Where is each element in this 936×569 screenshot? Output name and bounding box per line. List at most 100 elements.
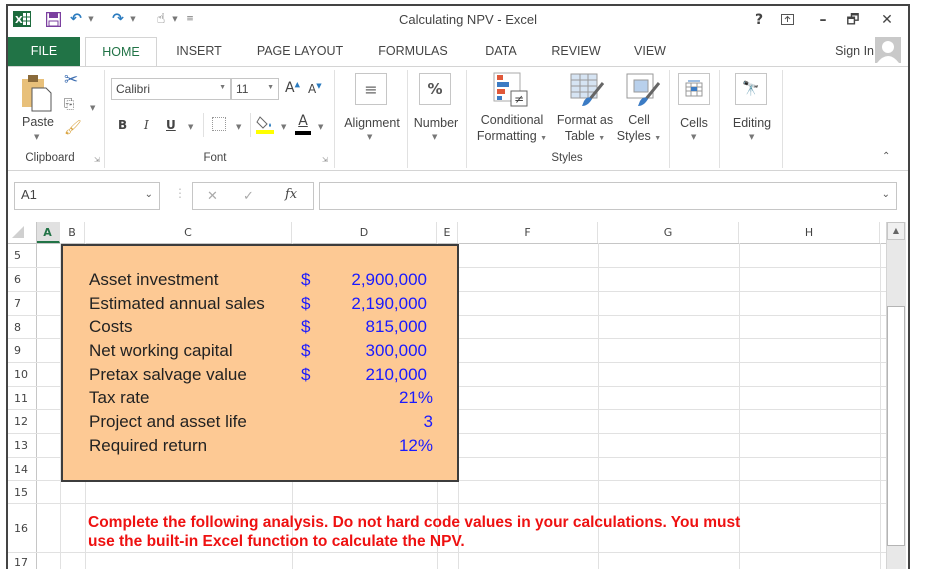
input-value[interactable]: 2,900,000 bbox=[351, 270, 427, 290]
tab-view[interactable]: VIEW bbox=[628, 37, 672, 66]
italic-button[interactable]: I bbox=[144, 118, 149, 132]
select-all-button[interactable] bbox=[12, 226, 24, 238]
shrink-font-button[interactable]: A▼ bbox=[308, 82, 322, 96]
input-value[interactable]: 3 bbox=[424, 412, 433, 432]
editing-dropdown-icon[interactable]: ▼ bbox=[749, 133, 754, 141]
cancel-entry-icon[interactable]: ✕ bbox=[207, 188, 218, 204]
conditional-formatting-button[interactable]: Conditional Formatting ▼ bbox=[474, 112, 550, 147]
name-box[interactable]: A1 ⌄ bbox=[14, 182, 160, 210]
clipboard-launcher-icon[interactable]: ⇲ bbox=[94, 156, 100, 164]
underline-dropdown-icon[interactable]: ▼ bbox=[188, 123, 193, 131]
tab-formulas[interactable]: FORMULAS bbox=[370, 37, 456, 66]
ribbon-display-options-button[interactable] bbox=[776, 10, 798, 30]
paste-button[interactable]: Paste bbox=[18, 115, 58, 129]
input-value[interactable]: 815,000 bbox=[366, 317, 427, 337]
minimize-button[interactable]: – bbox=[812, 10, 834, 30]
font-color-button[interactable]: A bbox=[294, 113, 312, 135]
input-value[interactable]: 21% bbox=[399, 388, 433, 408]
row-header-9[interactable]: 9 bbox=[8, 339, 36, 363]
gridline bbox=[36, 503, 886, 504]
grow-font-button[interactable]: A▲ bbox=[285, 80, 300, 96]
scroll-up-button[interactable]: ▲ bbox=[887, 222, 905, 240]
tab-file[interactable]: FILE bbox=[8, 37, 80, 66]
font-launcher-icon[interactable]: ⇲ bbox=[322, 156, 328, 164]
worksheet-grid[interactable]: A B C D E F G H 5 6 7 8 9 10 11 12 13 14… bbox=[8, 222, 886, 569]
paste-dropdown-icon[interactable]: ▼ bbox=[34, 133, 39, 141]
tab-review[interactable]: REVIEW bbox=[546, 37, 606, 66]
row-header-5[interactable]: 5 bbox=[8, 244, 36, 268]
alignment-icon[interactable]: ≡ bbox=[355, 73, 387, 105]
row-header-10[interactable]: 10 bbox=[8, 363, 36, 387]
scrollbar-thumb[interactable] bbox=[887, 306, 905, 546]
find-binoculars-icon[interactable]: 🔭 bbox=[735, 73, 767, 105]
restore-button[interactable]: 🗗 bbox=[842, 10, 864, 30]
row-header-17[interactable]: 17 bbox=[8, 553, 36, 569]
column-header-a[interactable]: A bbox=[36, 222, 60, 243]
tab-page-layout[interactable]: PAGE LAYOUT bbox=[250, 37, 350, 66]
column-header-d[interactable]: D bbox=[292, 222, 437, 243]
confirm-entry-icon[interactable]: ✓ bbox=[243, 188, 254, 204]
column-header-h[interactable]: H bbox=[739, 222, 880, 243]
row-header-11[interactable]: 11 bbox=[8, 387, 36, 410]
row-header-16[interactable]: 16 bbox=[8, 504, 36, 553]
column-header-c[interactable]: C bbox=[85, 222, 292, 243]
cells-button[interactable]: Cells bbox=[674, 116, 714, 130]
cell-styles-button[interactable]: Cell Styles ▼ bbox=[614, 112, 664, 147]
formula-input[interactable]: ⌄ bbox=[319, 182, 897, 210]
row-header-14[interactable]: 14 bbox=[8, 458, 36, 481]
expand-formula-bar-icon[interactable]: ⌄ bbox=[882, 189, 890, 200]
tab-insert[interactable]: INSERT bbox=[170, 37, 228, 66]
number-format-icon[interactable]: % bbox=[419, 73, 451, 105]
input-value[interactable]: 210,000 bbox=[366, 365, 427, 385]
help-button[interactable]: ? bbox=[748, 10, 770, 30]
collapse-ribbon-icon[interactable]: ⌃ bbox=[882, 151, 890, 162]
cut-icon[interactable]: ✂ bbox=[64, 70, 78, 90]
alignment-button[interactable]: Alignment bbox=[339, 116, 405, 130]
row-header-13[interactable]: 13 bbox=[8, 434, 36, 458]
format-as-table-button[interactable]: Format as Table ▼ bbox=[552, 112, 618, 147]
cells-icon[interactable] bbox=[678, 73, 710, 105]
input-value[interactable]: 300,000 bbox=[366, 341, 427, 361]
row-header-8[interactable]: 8 bbox=[8, 316, 36, 339]
borders-icon[interactable] bbox=[212, 117, 226, 131]
column-header-f[interactable]: F bbox=[458, 222, 598, 243]
bold-button[interactable]: B bbox=[118, 118, 127, 132]
editing-button[interactable]: Editing bbox=[727, 116, 777, 130]
conditional-formatting-icon[interactable]: ≠ bbox=[493, 72, 529, 108]
copy-dropdown-icon[interactable]: ▼ bbox=[90, 104, 95, 112]
paste-icon[interactable] bbox=[22, 74, 52, 112]
row-header-7[interactable]: 7 bbox=[8, 292, 36, 316]
alignment-dropdown-icon[interactable]: ▼ bbox=[367, 133, 372, 141]
formula-bar-splitter-icon[interactable]: ⋮ bbox=[174, 186, 186, 200]
cell-styles-icon[interactable] bbox=[626, 73, 661, 107]
close-button[interactable]: ✕ bbox=[876, 10, 898, 30]
input-value[interactable]: 2,190,000 bbox=[351, 294, 427, 314]
row-header-6[interactable]: 6 bbox=[8, 268, 36, 292]
sign-in-link[interactable]: Sign In bbox=[824, 37, 874, 66]
cells-dropdown-icon[interactable]: ▼ bbox=[691, 133, 696, 141]
tab-home[interactable]: HOME bbox=[85, 37, 157, 67]
input-value[interactable]: 12% bbox=[399, 436, 433, 456]
format-painter-icon[interactable]: 🖌 bbox=[64, 120, 82, 136]
column-header-g[interactable]: G bbox=[598, 222, 739, 243]
copy-icon[interactable]: ⎘ bbox=[64, 97, 74, 112]
borders-dropdown-icon[interactable]: ▼ bbox=[236, 123, 241, 131]
number-button[interactable]: Number bbox=[410, 116, 462, 130]
font-size-select[interactable]: 11 ▼ bbox=[231, 78, 279, 100]
fill-color-icon[interactable] bbox=[256, 113, 276, 135]
user-avatar-icon[interactable] bbox=[875, 37, 901, 63]
font-color-dropdown-icon[interactable]: ▼ bbox=[318, 123, 323, 131]
insert-function-button[interactable]: fx bbox=[285, 187, 297, 202]
format-as-table-icon[interactable] bbox=[570, 73, 605, 107]
font-color-label: A bbox=[298, 113, 308, 129]
column-header-b[interactable]: B bbox=[60, 222, 85, 243]
number-dropdown-icon[interactable]: ▼ bbox=[432, 133, 437, 141]
tab-data[interactable]: DATA bbox=[478, 37, 524, 66]
row-header-12[interactable]: 12 bbox=[8, 410, 36, 434]
column-header-e[interactable]: E bbox=[437, 222, 458, 243]
underline-button[interactable]: U bbox=[166, 118, 176, 132]
font-name-select[interactable]: Calibri ▼ bbox=[111, 78, 231, 100]
font-name-value: Calibri bbox=[116, 82, 151, 96]
row-header-15[interactable]: 15 bbox=[8, 481, 36, 504]
fill-color-dropdown-icon[interactable]: ▼ bbox=[281, 123, 286, 131]
